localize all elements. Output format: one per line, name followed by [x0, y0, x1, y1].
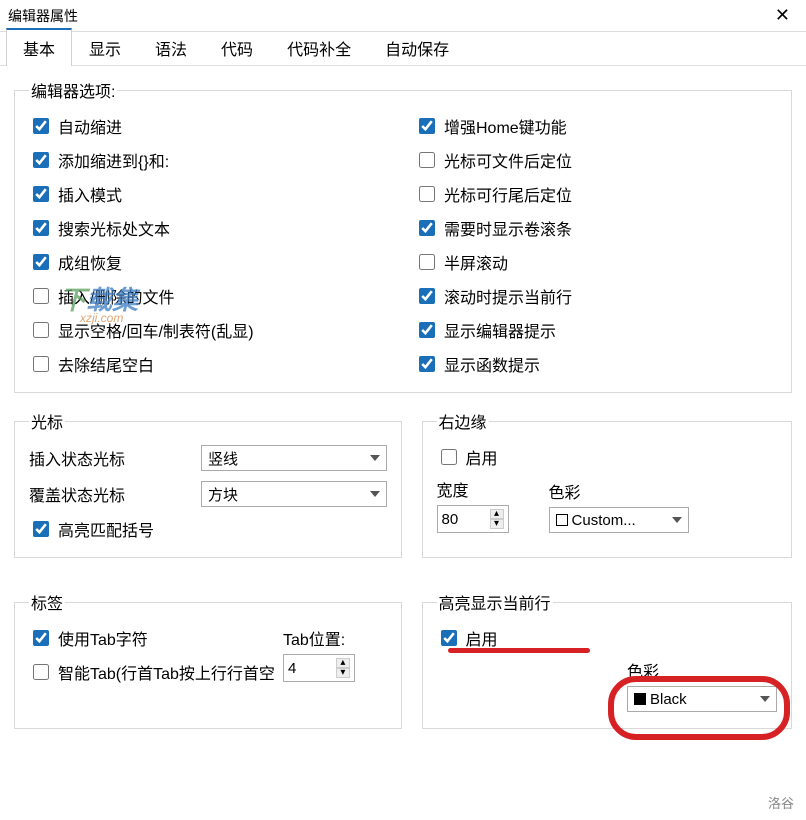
checkbox[interactable] [441, 449, 457, 465]
highlight-color-label: 色彩 [627, 658, 777, 682]
tab-pos-label: Tab位置: [283, 626, 355, 650]
checkbox[interactable] [33, 118, 49, 134]
checkbox[interactable] [33, 664, 49, 680]
titlebar: 编辑器属性 ✕ [0, 0, 806, 32]
checkbox[interactable] [33, 186, 49, 202]
chk-function-hints[interactable]: 显示函数提示 [415, 352, 777, 376]
checkbox[interactable] [33, 254, 49, 270]
editor-options-group: 编辑器选项: 自动缩进 添加缩进到{}和: 插入模式 搜索光标处文本 成组恢复 … [14, 78, 792, 393]
highlight-color-combo[interactable]: Black [627, 686, 777, 712]
checkbox[interactable] [33, 152, 49, 168]
chk-use-tab[interactable]: 使用Tab字符 [29, 626, 275, 650]
highlight-legend: 高亮显示当前行 [437, 590, 553, 614]
chk-add-indent[interactable]: 添加缩进到{}和: [29, 148, 391, 172]
chk-cursor-past-eof[interactable]: 光标可文件后定位 [415, 148, 777, 172]
options-left-column: 自动缩进 添加缩进到{}和: 插入模式 搜索光标处文本 成组恢复 插入/删除的文… [29, 114, 391, 376]
checkbox[interactable] [419, 288, 435, 304]
tab-display[interactable]: 显示 [72, 29, 138, 66]
checkbox[interactable] [33, 288, 49, 304]
chk-cursor-past-eol[interactable]: 光标可行尾后定位 [415, 182, 777, 206]
chk-editor-hints[interactable]: 显示编辑器提示 [415, 318, 777, 342]
edge-color-combo[interactable]: Custom... [549, 507, 689, 533]
chk-trim-trailing[interactable]: 去除结尾空白 [29, 352, 391, 376]
chk-search-cursor[interactable]: 搜索光标处文本 [29, 216, 391, 240]
chk-half-page-scroll[interactable]: 半屏滚动 [415, 250, 777, 274]
checkbox[interactable] [33, 220, 49, 236]
tab-syntax[interactable]: 语法 [138, 29, 204, 66]
spin-down-icon[interactable]: ▾ [336, 668, 350, 678]
tab-completion[interactable]: 代码补全 [270, 29, 368, 66]
content-area: 编辑器选项: 自动缩进 添加缩进到{}和: 插入模式 搜索光标处文本 成组恢复 … [0, 66, 806, 757]
chk-scroll-hint[interactable]: 滚动时提示当前行 [415, 284, 777, 308]
checkbox[interactable] [419, 118, 435, 134]
overwrite-cursor-combo[interactable]: 方块 [201, 481, 387, 507]
chk-show-whitespace[interactable]: 显示空格/回车/制表符(乱显) [29, 318, 391, 342]
cursor-legend: 光标 [29, 409, 65, 433]
checkbox[interactable] [419, 152, 435, 168]
tab-pos-spinner[interactable]: 4 ▴▾ [283, 654, 355, 682]
chk-auto-indent[interactable]: 自动缩进 [29, 114, 391, 138]
highlight-group: 高亮显示当前行 启用 色彩 Black [422, 590, 792, 729]
chk-group-undo[interactable]: 成组恢复 [29, 250, 391, 274]
insert-cursor-combo[interactable]: 竖线 [201, 445, 387, 471]
tab-bar: 基本 显示 语法 代码 代码补全 自动保存 [0, 32, 806, 66]
checkbox[interactable] [441, 630, 457, 646]
checkbox[interactable] [33, 521, 49, 537]
checkbox[interactable] [33, 630, 49, 646]
tab-code[interactable]: 代码 [204, 29, 270, 66]
tab-autosave[interactable]: 自动保存 [368, 29, 466, 66]
chk-insert-files[interactable]: 插入/删除的文件 [29, 284, 391, 308]
checkbox[interactable] [419, 220, 435, 236]
chk-scrollbars[interactable]: 需要时显示卷滚条 [415, 216, 777, 240]
options-right-column: 增强Home键功能 光标可文件后定位 光标可行尾后定位 需要时显示卷滚条 半屏滚… [415, 114, 777, 376]
overwrite-cursor-label: 覆盖状态光标 [29, 482, 189, 506]
width-label: 宽度 [437, 477, 509, 501]
tab-basic[interactable]: 基本 [6, 28, 72, 66]
window-title: 编辑器属性 [8, 6, 78, 26]
spin-down-icon[interactable]: ▾ [490, 519, 504, 529]
width-spinner[interactable]: 80 ▴▾ [437, 505, 509, 533]
edge-color-label: 色彩 [549, 479, 689, 503]
chk-right-edge-enable[interactable]: 启用 [437, 445, 777, 469]
right-edge-legend: 右边缘 [437, 409, 489, 433]
close-icon[interactable]: ✕ [767, 5, 798, 26]
checkbox[interactable] [419, 322, 435, 338]
checkbox[interactable] [419, 186, 435, 202]
checkbox[interactable] [419, 356, 435, 372]
chk-highlight-enable[interactable]: 启用 [437, 626, 777, 650]
cursor-group: 光标 插入状态光标 竖线 覆盖状态光标 方块 高亮匹配括号 [14, 409, 402, 558]
chk-smart-tab[interactable]: 智能Tab(行首Tab按上行行首空 [29, 660, 275, 684]
color-swatch-icon [634, 693, 646, 705]
tab-legend: 标签 [29, 590, 65, 614]
checkbox[interactable] [33, 322, 49, 338]
tab-group: 标签 使用Tab字符 智能Tab(行首Tab按上行行首空 Tab位置: 4 ▴▾ [14, 590, 402, 729]
editor-options-legend: 编辑器选项: [29, 78, 117, 102]
chk-home-enhanced[interactable]: 增强Home键功能 [415, 114, 777, 138]
right-edge-group: 右边缘 启用 宽度 80 ▴▾ 色彩 Custom... [422, 409, 792, 558]
checkbox[interactable] [33, 356, 49, 372]
insert-cursor-label: 插入状态光标 [29, 446, 189, 470]
chk-insert-mode[interactable]: 插入模式 [29, 182, 391, 206]
watermark-corner: 洛谷 [768, 793, 794, 812]
checkbox[interactable] [419, 254, 435, 270]
color-swatch-icon [556, 514, 568, 526]
chk-bracket-highlight[interactable]: 高亮匹配括号 [29, 517, 387, 541]
